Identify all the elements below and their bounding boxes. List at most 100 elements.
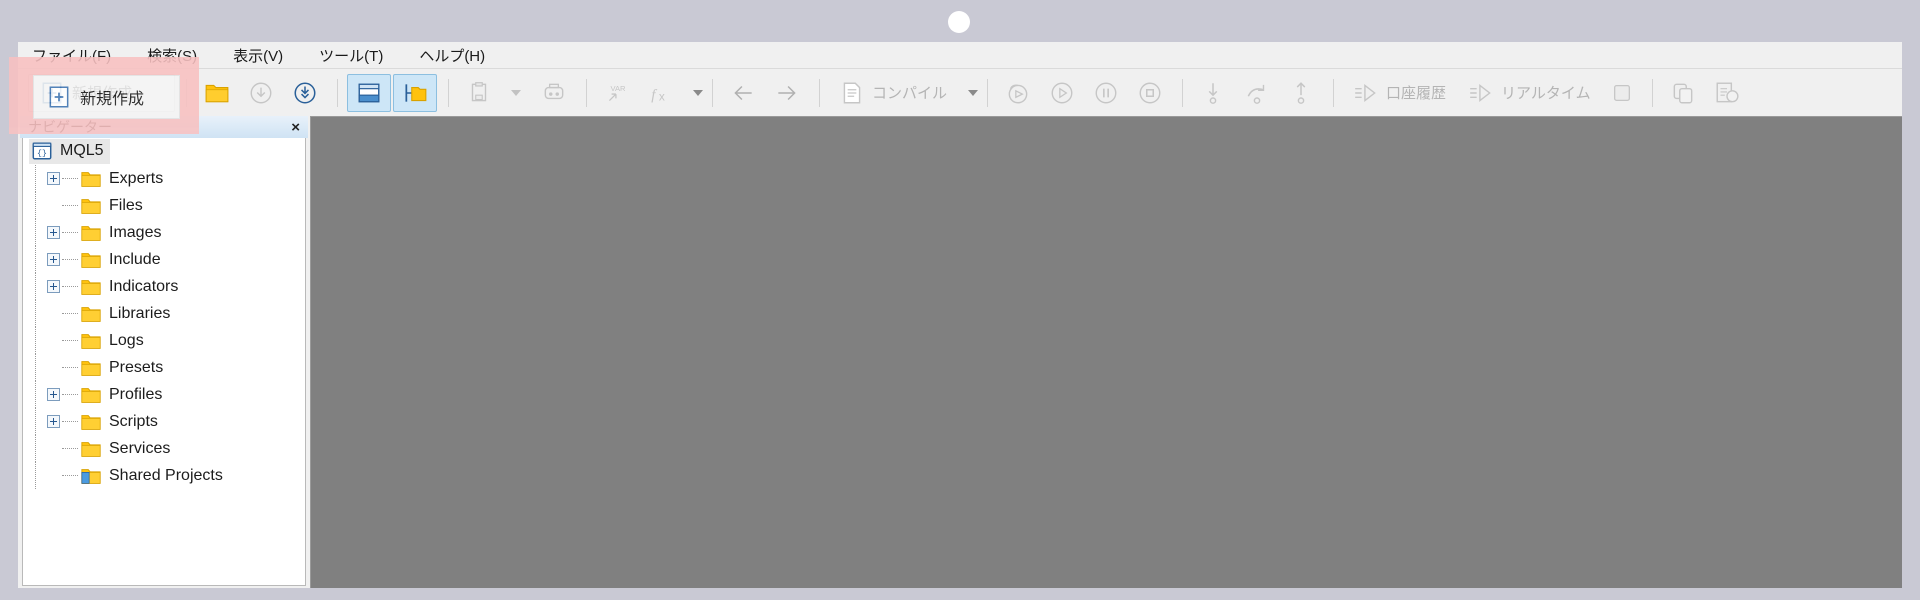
tree-item-content[interactable]: Presets [80, 357, 163, 379]
expand-plus-icon[interactable] [47, 280, 60, 293]
tree-item-content[interactable]: Scripts [80, 411, 158, 433]
menu-view[interactable]: 表示(V) [233, 43, 297, 68]
menu-help[interactable]: ヘルプ(H) [419, 43, 499, 68]
debug-pause-button[interactable] [1085, 74, 1127, 112]
navigator-tree[interactable]: {} MQL5 Experts Files Images Include Indicator… [22, 138, 306, 586]
new-file-label: 新規作成 [72, 85, 133, 102]
navigate-back-button[interactable] [722, 74, 764, 112]
tree-item-content[interactable]: {} MQL5 [29, 139, 110, 164]
folder-icon [81, 225, 101, 241]
stop-square-button[interactable] [1603, 74, 1641, 112]
tree-connector [62, 258, 78, 261]
properties-button[interactable] [1706, 74, 1748, 112]
folder-icon [81, 198, 101, 214]
expand-plus-icon[interactable] [47, 172, 60, 185]
debug-run-button[interactable] [1041, 74, 1083, 112]
menu-search[interactable]: 検索(S) [147, 43, 211, 68]
clipboard-button[interactable] [458, 74, 500, 112]
tree-item-content[interactable]: Images [80, 222, 161, 244]
expand-plus-icon[interactable] [47, 415, 60, 428]
tree-item-indicators[interactable]: Indicators [23, 273, 305, 300]
function-dropdown-caret-icon[interactable] [693, 89, 703, 96]
step-over-button[interactable] [1236, 74, 1278, 112]
function-icon: f x [651, 86, 665, 103]
save-all-button[interactable] [284, 74, 326, 112]
tree-item-content[interactable]: Files [80, 195, 143, 217]
tree-connector [62, 285, 78, 288]
svg-text:VAR: VAR [611, 83, 627, 92]
bottom-frame-strip [0, 588, 1920, 600]
tree-item-libraries[interactable]: Libraries [23, 300, 305, 327]
step-into-button[interactable] [1192, 74, 1234, 112]
tree-guide-line [35, 462, 37, 489]
compile-dropdown-caret-icon[interactable] [968, 89, 979, 96]
tree-item-images[interactable]: Images [23, 219, 305, 246]
tree-item-content[interactable]: Services [80, 438, 170, 460]
print-button[interactable] [533, 74, 575, 112]
tree-connector [62, 393, 78, 396]
tree-item-label: Presets [109, 358, 164, 376]
menu-tools[interactable]: ツール(T) [319, 43, 397, 68]
step-out-button[interactable] [1280, 74, 1322, 112]
tree-item-label: Scripts [109, 412, 158, 430]
shared-folder-icon [81, 468, 101, 484]
tree-item-label: Include [109, 250, 161, 268]
insert-variable-button[interactable]: VAR [596, 74, 638, 112]
folder-icon [80, 411, 102, 433]
close-icon[interactable]: × [289, 120, 302, 135]
tree-item-content[interactable]: Include [80, 249, 161, 271]
left-frame-strip [0, 42, 18, 588]
toggle-panel-button[interactable] [347, 73, 391, 112]
tree-item-content[interactable]: Libraries [80, 303, 170, 325]
clipboard-dropdown-caret-icon[interactable] [511, 89, 521, 96]
tree-guide-line [35, 219, 37, 246]
tree-guide-line [35, 354, 37, 381]
tree-item-services[interactable]: Services [23, 435, 305, 462]
tree-item-label: Profiles [109, 385, 163, 403]
tree-item-profiles[interactable]: Profiles [23, 381, 305, 408]
debug-stop-button[interactable] [1129, 74, 1171, 112]
menu-file[interactable]: ファイル(F) [32, 43, 125, 68]
tree-item-content[interactable]: Shared Projects [80, 465, 223, 487]
expand-plus-icon[interactable] [47, 388, 60, 401]
tree-item-experts[interactable]: Experts [23, 165, 305, 192]
tree-item-mql5[interactable]: {} MQL5 [23, 138, 305, 165]
open-folder-icon [205, 84, 229, 102]
tree-item-label: Logs [109, 331, 144, 349]
folder-icon [80, 249, 102, 271]
editor-workspace[interactable] [310, 116, 1902, 588]
realtime-button[interactable]: リアルタイム [1458, 74, 1601, 112]
folder-icon [81, 441, 101, 457]
tree-item-include[interactable]: Include [23, 246, 305, 273]
tree-guide-line [35, 300, 37, 327]
tree-item-scripts[interactable]: Scripts [23, 408, 305, 435]
open-file-button[interactable] [196, 74, 238, 112]
main-toolbar: 新規作成 VAR f x コンパイル 口座履歴 リアルタイム [18, 68, 1902, 116]
expand-plus-icon[interactable] [47, 253, 60, 266]
insert-function-button[interactable]: f x [640, 74, 682, 112]
tree-item-files[interactable]: Files [23, 192, 305, 219]
tree-connector [62, 204, 78, 207]
toggle-navigator-button[interactable] [393, 73, 437, 112]
toolbar-separator-10 [1651, 78, 1653, 107]
new-file-button[interactable]: 新規作成 [28, 73, 175, 112]
tree-item-label: MQL5 [60, 142, 104, 159]
save-button[interactable] [240, 74, 282, 112]
account-history-button[interactable]: 口座履歴 [1343, 74, 1456, 112]
tree-item-content[interactable]: Experts [80, 168, 163, 190]
navigate-forward-button[interactable] [766, 74, 808, 112]
tree-item-content[interactable]: Logs [80, 330, 144, 352]
tree-item-logs[interactable]: Logs [23, 327, 305, 354]
tree-item-shared-projects[interactable]: Shared Projects [23, 462, 305, 489]
compile-button[interactable]: コンパイル [829, 74, 957, 112]
mql5-root-icon: {} [32, 142, 52, 160]
expand-plus-icon[interactable] [47, 226, 60, 239]
tree-item-presets[interactable]: Presets [23, 354, 305, 381]
account-history-icon [1355, 83, 1376, 102]
tree-item-content[interactable]: Profiles [80, 384, 162, 406]
debug-stop-icon [1139, 82, 1161, 103]
tree-item-content[interactable]: Indicators [80, 276, 178, 298]
debug-history-button[interactable] [997, 74, 1039, 112]
copy-button[interactable] [1662, 74, 1704, 112]
